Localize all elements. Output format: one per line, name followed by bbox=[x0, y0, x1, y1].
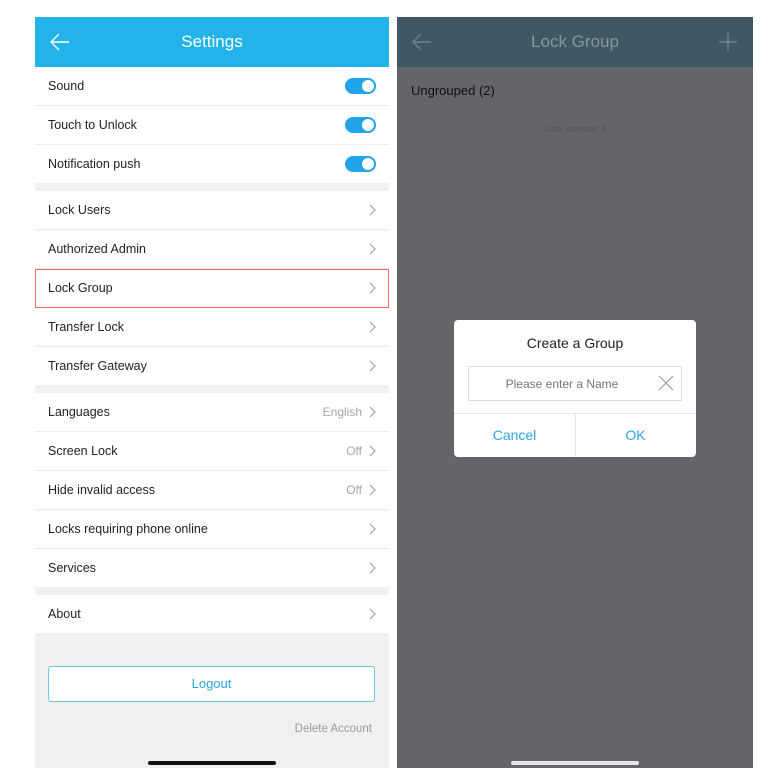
home-indicator bbox=[511, 761, 639, 765]
menu-item-value: Off bbox=[346, 483, 362, 497]
chevron-right-icon bbox=[369, 321, 377, 333]
setting-label: Notification push bbox=[48, 157, 141, 171]
dialog-title: Create a Group bbox=[526, 335, 624, 351]
menu-item-transfer-lock[interactable]: Transfer Lock bbox=[35, 308, 389, 347]
settings-header: Settings bbox=[35, 17, 389, 67]
about-section: About bbox=[35, 595, 389, 633]
menu-item-label: Languages bbox=[48, 405, 110, 419]
delete-account-link[interactable]: Delete Account bbox=[295, 723, 372, 735]
close-icon[interactable] bbox=[658, 375, 674, 391]
menu-item-locks-requiring-phone-online[interactable]: Locks requiring phone online bbox=[35, 510, 389, 549]
group-count: (2) bbox=[478, 83, 495, 98]
settings-screen: Settings Sound Touch to Unlock Notificat… bbox=[35, 17, 389, 768]
setting-row-sound: Sound bbox=[35, 67, 389, 106]
group-name-input[interactable] bbox=[468, 366, 682, 401]
setting-label: Sound bbox=[48, 79, 85, 93]
plus-icon[interactable] bbox=[717, 30, 739, 54]
chevron-right-icon bbox=[369, 523, 377, 535]
group-label: Ungrouped bbox=[411, 83, 476, 98]
manage-section: Lock Users Authorized Admin Lock Group T… bbox=[35, 191, 389, 385]
menu-item-about[interactable]: About bbox=[35, 595, 389, 633]
setting-row-notification-push: Notification push bbox=[35, 145, 389, 183]
menu-item-label: Transfer Lock bbox=[48, 320, 124, 334]
menu-item-screen-lock[interactable]: Screen Lock Off bbox=[35, 432, 389, 471]
toggle-knob bbox=[362, 119, 374, 131]
chevron-right-icon bbox=[369, 608, 377, 620]
menu-item-lock-group[interactable]: Lock Group bbox=[35, 269, 389, 308]
menu-item-label: Screen Lock bbox=[48, 444, 118, 458]
dialog-buttons: Cancel OK bbox=[454, 413, 696, 457]
page-title: Lock Group bbox=[531, 32, 619, 51]
chevron-right-icon bbox=[369, 360, 377, 372]
menu-item-label: Lock Group bbox=[48, 281, 113, 295]
chevron-right-icon bbox=[369, 204, 377, 216]
logout-button[interactable]: Logout bbox=[48, 666, 375, 702]
home-indicator bbox=[148, 761, 276, 765]
menu-item-label: Services bbox=[48, 561, 96, 575]
cancel-button[interactable]: Cancel bbox=[454, 414, 576, 457]
menu-item-hide-invalid-access[interactable]: Hide invalid access Off bbox=[35, 471, 389, 510]
menu-item-transfer-gateway[interactable]: Transfer Gateway bbox=[35, 347, 389, 385]
preferences-section: Languages English Screen Lock Off Hide i… bbox=[35, 393, 389, 587]
chevron-right-icon bbox=[369, 562, 377, 574]
menu-item-label: About bbox=[48, 607, 81, 621]
menu-item-label: Transfer Gateway bbox=[48, 359, 147, 373]
chevron-right-icon bbox=[369, 406, 377, 418]
notification-push-toggle[interactable] bbox=[345, 156, 376, 172]
menu-item-label: Hide invalid access bbox=[48, 483, 155, 497]
toggle-knob bbox=[362, 80, 374, 92]
menu-item-languages[interactable]: Languages English bbox=[35, 393, 389, 432]
menu-item-services[interactable]: Services bbox=[35, 549, 389, 587]
ok-button[interactable]: OK bbox=[575, 414, 696, 457]
lock-group-screen: Lock Group Ungrouped (2) Lock amount: 2 … bbox=[397, 17, 753, 768]
create-group-dialog: Create a Group Cancel OK bbox=[454, 320, 696, 457]
menu-item-value: Off bbox=[346, 444, 362, 458]
chevron-right-icon bbox=[369, 243, 377, 255]
setting-row-touch-to-unlock: Touch to Unlock bbox=[35, 106, 389, 145]
group-row-ungrouped[interactable]: Ungrouped (2) bbox=[411, 83, 495, 98]
lock-amount-text: Lock amount: 2 bbox=[544, 124, 606, 134]
lock-group-header: Lock Group bbox=[397, 17, 753, 67]
menu-item-authorized-admin[interactable]: Authorized Admin bbox=[35, 230, 389, 269]
sound-toggle[interactable] bbox=[345, 78, 376, 94]
menu-item-label: Locks requiring phone online bbox=[48, 522, 208, 536]
menu-item-lock-users[interactable]: Lock Users bbox=[35, 191, 389, 230]
toggles-section: Sound Touch to Unlock Notification push bbox=[35, 67, 389, 183]
setting-label: Touch to Unlock bbox=[48, 118, 137, 132]
menu-item-label: Lock Users bbox=[48, 203, 111, 217]
touch-to-unlock-toggle[interactable] bbox=[345, 117, 376, 133]
chevron-right-icon bbox=[369, 445, 377, 457]
menu-item-label: Authorized Admin bbox=[48, 242, 146, 256]
chevron-right-icon bbox=[369, 484, 377, 496]
menu-item-value: English bbox=[322, 405, 362, 419]
toggle-knob bbox=[362, 158, 374, 170]
chevron-right-icon bbox=[369, 282, 377, 294]
page-title: Settings bbox=[181, 32, 243, 51]
